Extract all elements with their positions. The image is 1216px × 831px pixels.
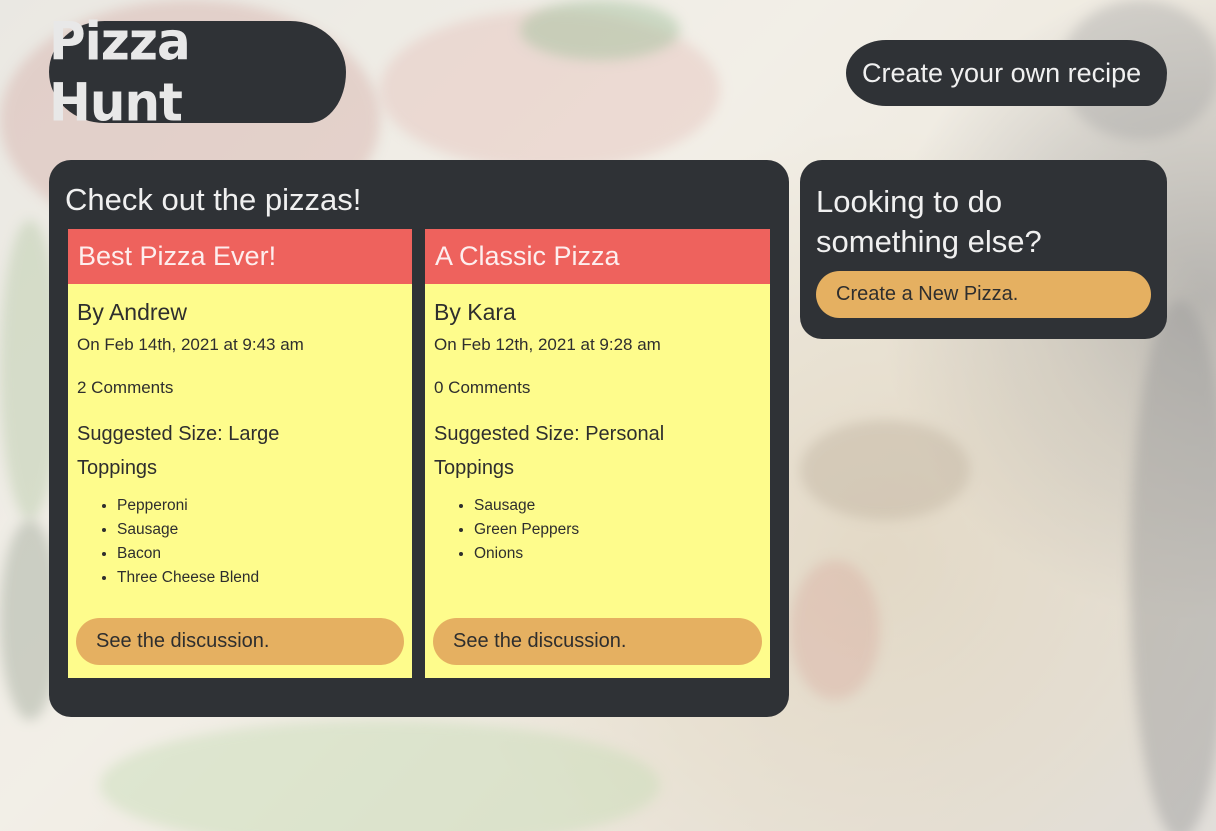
topping-item: Sausage — [117, 518, 404, 542]
pizza-card-title: Best Pizza Ever! — [68, 229, 412, 284]
topping-item: Sausage — [474, 494, 762, 518]
pizza-comment-count: 0 Comments — [434, 378, 531, 397]
pizza-date: On Feb 12th, 2021 at 9:28 am — [434, 335, 661, 354]
pizza-card: Best Pizza Ever! By Andrew On Feb 14th, … — [68, 229, 412, 678]
toppings-list: Pepperoni Sausage Bacon Three Cheese Ble… — [77, 494, 404, 590]
actions-panel: Looking to do something else? Create a N… — [800, 160, 1167, 339]
see-discussion-button[interactable]: See the discussion. — [433, 618, 762, 665]
pizza-author: By Kara — [434, 299, 516, 325]
pizza-list-panel: Check out the pizzas! Best Pizza Ever! B… — [49, 160, 789, 717]
site-logo[interactable]: Pizza Hunt — [49, 11, 346, 133]
topping-item: Three Cheese Blend — [117, 566, 404, 590]
pizza-comment-count: 2 Comments — [77, 378, 174, 397]
create-recipe-link[interactable]: Create your own recipe — [846, 40, 1167, 106]
topping-item: Bacon — [117, 542, 404, 566]
pizza-suggested-size: Suggested Size: Large — [77, 423, 280, 445]
pizza-author: By Andrew — [77, 299, 187, 325]
toppings-list: Sausage Green Peppers Onions — [434, 494, 762, 566]
pizza-list-title: Check out the pizzas! — [65, 182, 362, 217]
pizza-suggested-size: Suggested Size: Personal — [434, 423, 665, 445]
see-discussion-button[interactable]: See the discussion. — [76, 618, 404, 665]
create-new-pizza-button[interactable]: Create a New Pizza. — [816, 271, 1151, 318]
toppings-label: Toppings — [434, 457, 515, 479]
pizza-card-title: A Classic Pizza — [425, 229, 770, 284]
topping-item: Green Peppers — [474, 518, 762, 542]
toppings-label: Toppings — [77, 457, 158, 479]
pizza-card: A Classic Pizza By Kara On Feb 12th, 202… — [425, 229, 770, 678]
pizza-date: On Feb 14th, 2021 at 9:43 am — [77, 335, 304, 354]
topping-item: Onions — [474, 542, 762, 566]
logo-text: Pizza Hunt — [49, 11, 191, 133]
topping-item: Pepperoni — [117, 494, 404, 518]
actions-title: Looking to do something else? — [816, 184, 1042, 259]
